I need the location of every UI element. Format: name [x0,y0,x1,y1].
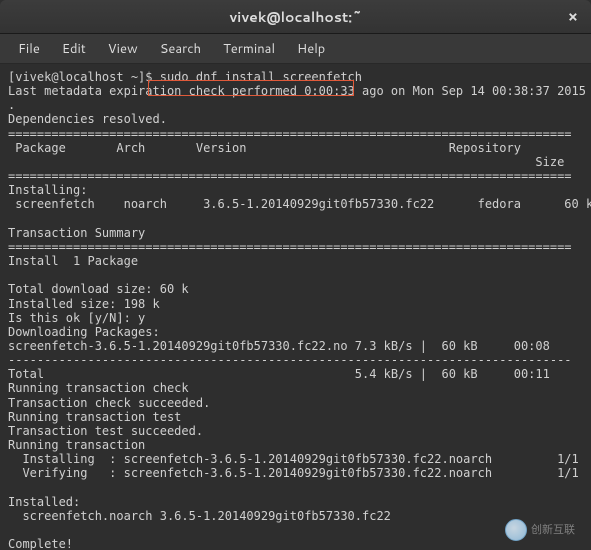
menu-view[interactable]: View [98,36,148,62]
output-rule: ========================================… [8,127,572,141]
watermark-logo-icon [505,519,527,541]
output-line: Downloading Packages: [8,325,160,339]
command-text: sudo dnf install screenfetch [160,70,362,84]
output-line: Running transaction check [8,381,189,395]
menu-file[interactable]: File [8,36,50,62]
menu-search[interactable]: Search [150,36,211,62]
output-rule: ----------------------------------------… [8,353,572,367]
output-rule: ========================================… [8,169,572,183]
output-line: Transaction check succeeded. [8,396,210,410]
output-line: Running transaction test [8,410,181,424]
output-line: Complete! [8,537,73,550]
watermark-text: 创新互联 [531,525,575,536]
table-header: Package Arch Version Repository [8,141,521,155]
table-row: screenfetch noarch 3.6.5-1.20140929git0f… [8,197,591,211]
output-line: Dependencies resolved. [8,112,167,126]
section-header: Transaction Summary [8,226,145,240]
output-line: Last metadata expiration check performed… [8,84,586,98]
watermark: 创新互联 [505,518,585,542]
section-header: Installing: [8,183,87,197]
menu-help[interactable]: Help [287,36,335,62]
output-line: Total 5.4 kB/s | 60 kB 00:11 [8,367,550,381]
menu-terminal[interactable]: Terminal [213,36,285,62]
output-line: Verifying : screenfetch-3.6.5-1.20140929… [8,466,579,480]
prompt: [vivek@localhost ~]$ [8,70,160,84]
close-icon: × [568,7,578,26]
terminal-output[interactable]: [vivek@localhost ~]$ sudo dnf install sc… [0,64,591,550]
output-rule: ========================================… [8,240,572,254]
output-line: Transaction test succeeded. [8,424,203,438]
output-line: screenfetch-3.6.5-1.20140929git0fb57330.… [8,339,550,353]
output-line: Installing : screenfetch-3.6.5-1.2014092… [8,452,579,466]
window-title: vivek@localhost:~ [229,7,362,27]
prompt-response: Is this ok [y/N]: y [8,311,145,325]
close-button[interactable]: × [563,7,583,27]
table-header: Size [8,155,564,169]
output-line: Install 1 Package [8,254,138,268]
menu-edit[interactable]: Edit [52,36,96,62]
output-line: Running transaction [8,438,145,452]
output-line: Total download size: 60 k [8,282,189,296]
output-line: Installed size: 198 k [8,297,160,311]
menubar: File Edit View Search Terminal Help [0,34,591,64]
section-header: Installed: [8,495,80,509]
window-titlebar: vivek@localhost:~ × [0,0,591,34]
output-line: screenfetch.noarch 3.6.5-1.20140929git0f… [8,509,391,523]
output-line: . [8,98,15,112]
